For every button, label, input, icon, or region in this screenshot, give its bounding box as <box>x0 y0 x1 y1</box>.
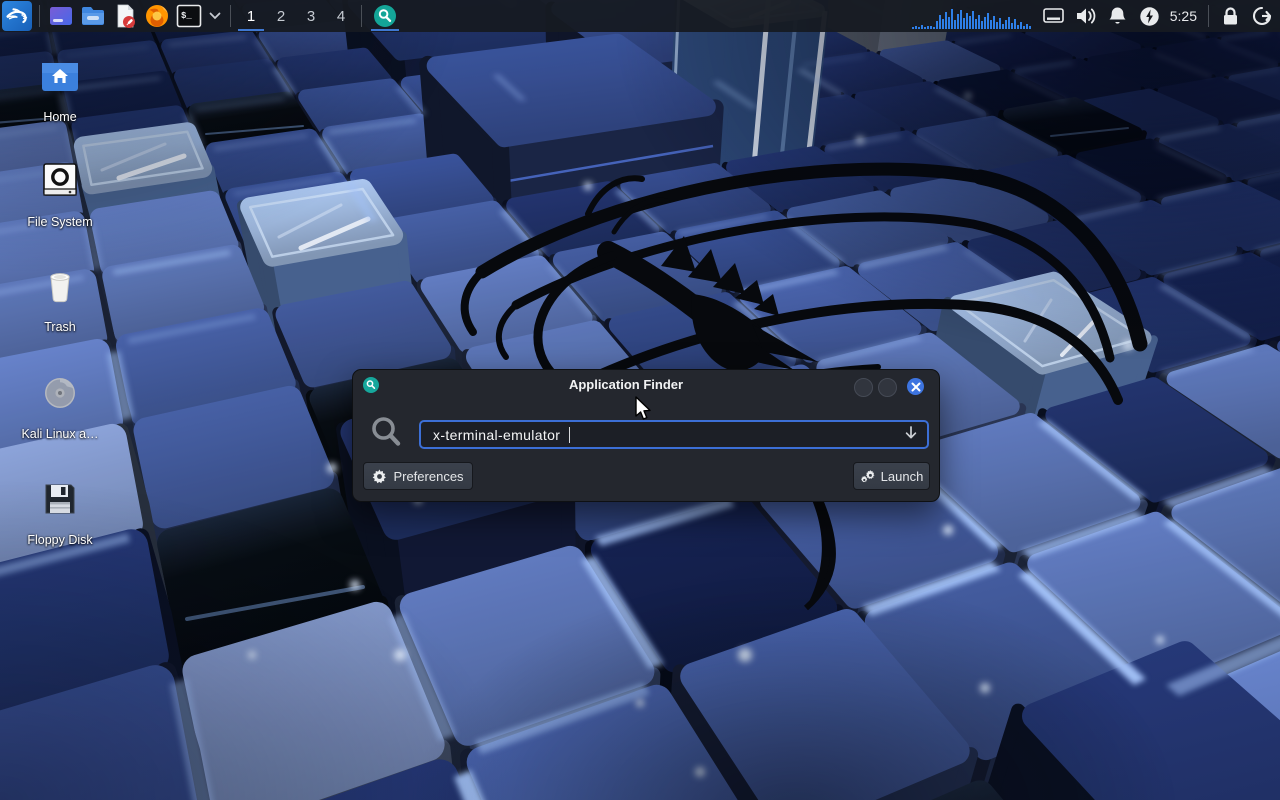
svg-text:$_: $_ <box>181 11 192 21</box>
